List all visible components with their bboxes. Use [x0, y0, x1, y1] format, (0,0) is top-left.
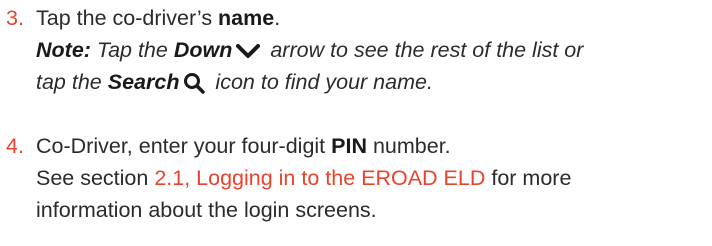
note-line-1: Note: Tap the Down arrow to see the rest…	[36, 38, 584, 62]
step-number: 4.	[6, 134, 24, 158]
down-term: Down	[173, 38, 233, 62]
step-body: Tap the co-driver’s name. Note: Tap the …	[36, 2, 712, 98]
note-line-2: tap the Search icon to find your name.	[36, 70, 433, 95]
step-3: 3. Tap the co-driver’s name. Note: Tap t…	[0, 2, 712, 98]
search-icon	[183, 72, 206, 95]
pin-term: PIN	[331, 134, 367, 158]
step-number: 3.	[6, 6, 24, 30]
reference-line: See section 2.1, Logging in to the EROAD…	[36, 166, 572, 190]
step-body: Co-Driver, enter your four-digit PIN num…	[36, 130, 712, 226]
step-instruction: Tap the co-driver’s name.	[36, 6, 281, 30]
reference-line-2: information about the login screens.	[36, 198, 377, 222]
name-term: name	[218, 6, 275, 30]
note-label: Note:	[36, 38, 91, 62]
step-instruction: Co-Driver, enter your four-digit PIN num…	[36, 134, 451, 158]
instructions-document: 3. Tap the co-driver’s name. Note: Tap t…	[0, 0, 712, 246]
section-link[interactable]: 2.1, Logging in to the EROAD ELD	[154, 166, 485, 190]
step-4: 4. Co-Driver, enter your four-digit PIN …	[0, 130, 712, 226]
search-term: Search	[107, 70, 180, 94]
chevron-down-icon	[236, 43, 261, 59]
